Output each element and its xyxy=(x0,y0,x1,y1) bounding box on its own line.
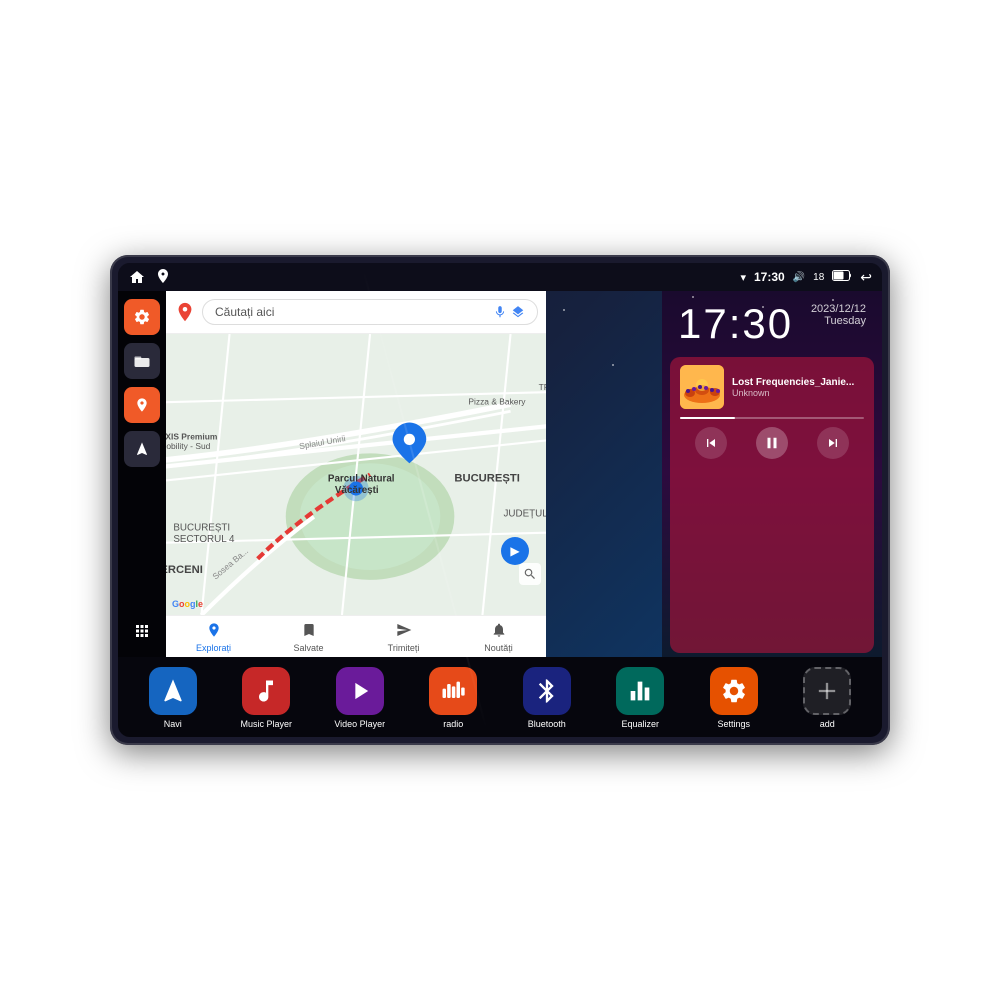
settings-icon xyxy=(710,667,758,715)
svg-text:BUCUREȘTI: BUCUREȘTI xyxy=(173,523,230,534)
battery-level: 18 xyxy=(813,272,824,283)
music-progress-bar[interactable] xyxy=(680,417,864,419)
saved-icon xyxy=(301,622,317,641)
clock-date: 2023/12/12 Tuesday xyxy=(811,303,866,327)
maps-bottom-tabs: Explorați Salvate xyxy=(166,615,546,657)
app-radio[interactable]: radio xyxy=(418,667,488,729)
app-row: Navi Music Player xyxy=(126,667,874,729)
app-video-player[interactable]: Video Player xyxy=(325,667,395,729)
status-right: ▾ 17:30 🔊 18 ↩ xyxy=(740,269,872,286)
maps-search-input[interactable]: Căutați aici xyxy=(202,299,538,325)
maps-tab-saved[interactable]: Salvate xyxy=(261,622,356,653)
sidebar-settings-btn[interactable] xyxy=(124,299,160,335)
right-panel: 17:30 2023/12/12 Tuesday xyxy=(662,291,882,657)
svg-text:Mobility - Sud: Mobility - Sud xyxy=(166,441,211,451)
pause-btn[interactable] xyxy=(756,427,788,459)
app-add[interactable]: add xyxy=(792,667,862,729)
center-map-area: Căutați aici xyxy=(166,291,662,657)
svg-text:Pizza & Bakery: Pizza & Bakery xyxy=(468,396,526,406)
app-navi[interactable]: Navi xyxy=(138,667,208,729)
screen: ▾ 17:30 🔊 18 ↩ xyxy=(118,263,882,737)
prev-track-btn[interactable] xyxy=(695,427,727,459)
app-bluetooth[interactable]: Bluetooth xyxy=(512,667,582,729)
navi-icon xyxy=(149,667,197,715)
video-player-icon xyxy=(336,667,384,715)
clock-widget: 17:30 2023/12/12 Tuesday xyxy=(662,291,882,353)
music-progress-fill xyxy=(680,417,735,419)
status-time: 17:30 xyxy=(754,270,785,284)
left-sidebar xyxy=(118,291,166,657)
app-grid: Navi Music Player xyxy=(118,657,882,737)
car-display-device: ▾ 17:30 🔊 18 ↩ xyxy=(110,255,890,745)
svg-text:Văcărești: Văcărești xyxy=(335,485,379,496)
google-logo: Google xyxy=(172,599,203,609)
clock-year-date: 2023/12/12 xyxy=(811,303,866,315)
radio-icon xyxy=(429,667,477,715)
battery-icon xyxy=(832,270,852,284)
explore-icon xyxy=(206,622,222,641)
map-marker-icon[interactable] xyxy=(154,268,172,286)
map-view[interactable]: AXIS Premium Mobility - Sud Pizza & Bake… xyxy=(166,334,546,615)
add-icon xyxy=(803,667,851,715)
svg-text:JUDEȚUL ILFOV: JUDEȚUL ILFOV xyxy=(504,509,546,520)
svg-text:TRAPEZULUI: TRAPEZULUI xyxy=(539,382,546,392)
sidebar-nav-btn[interactable] xyxy=(124,431,160,467)
bluetooth-icon xyxy=(523,667,571,715)
status-bar: ▾ 17:30 🔊 18 ↩ xyxy=(118,263,882,291)
svg-text:BUCUREȘTI: BUCUREȘTI xyxy=(454,473,520,485)
svg-text:SECTORUL 4: SECTORUL 4 xyxy=(173,534,235,545)
sidebar-folder-btn[interactable] xyxy=(124,343,160,379)
music-info: Lost Frequencies_Janie... Unknown xyxy=(680,365,864,409)
svg-text:AXIS Premium: AXIS Premium xyxy=(166,431,217,441)
music-player-icon xyxy=(242,667,290,715)
music-widget: Lost Frequencies_Janie... Unknown xyxy=(670,357,874,653)
sidebar-map-btn[interactable] xyxy=(124,387,160,423)
home-icon[interactable] xyxy=(128,268,146,286)
svg-text:BERCENI: BERCENI xyxy=(166,564,203,576)
app-music-player[interactable]: Music Player xyxy=(231,667,301,729)
notifications-icon xyxy=(491,622,507,641)
svg-text:Parcul Natural: Parcul Natural xyxy=(328,474,395,485)
main-content: Căutați aici xyxy=(118,291,882,657)
maps-search-bar: Căutați aici xyxy=(166,291,546,334)
album-art xyxy=(680,365,724,409)
maps-tab-news[interactable]: Noutăți xyxy=(451,622,546,653)
app-equalizer[interactable]: Equalizer xyxy=(605,667,675,729)
navigation-compass-btn[interactable]: ▶ xyxy=(501,537,529,565)
music-controls xyxy=(680,427,864,459)
status-left xyxy=(128,268,172,286)
clock-time-display: 17:30 xyxy=(678,303,793,345)
google-maps-panel: Căutați aici xyxy=(166,291,546,657)
maps-tab-share[interactable]: Trimiteți xyxy=(356,622,451,653)
equalizer-icon xyxy=(616,667,664,715)
maps-tab-explore[interactable]: Explorați xyxy=(166,622,261,653)
app-settings[interactable]: Settings xyxy=(699,667,769,729)
music-text: Lost Frequencies_Janie... Unknown xyxy=(732,377,864,398)
clock-day: Tuesday xyxy=(811,315,866,327)
next-track-btn[interactable] xyxy=(817,427,849,459)
music-title: Lost Frequencies_Janie... xyxy=(732,377,864,388)
signal-icon: ▾ xyxy=(740,271,746,284)
sidebar-apps-btn[interactable] xyxy=(124,613,160,649)
back-icon[interactable]: ↩ xyxy=(860,269,872,286)
share-icon xyxy=(396,622,412,641)
music-artist: Unknown xyxy=(732,388,864,398)
volume-icon: 🔊 xyxy=(793,272,805,283)
zoom-in-btn[interactable] xyxy=(519,563,541,585)
google-maps-logo xyxy=(174,301,196,323)
